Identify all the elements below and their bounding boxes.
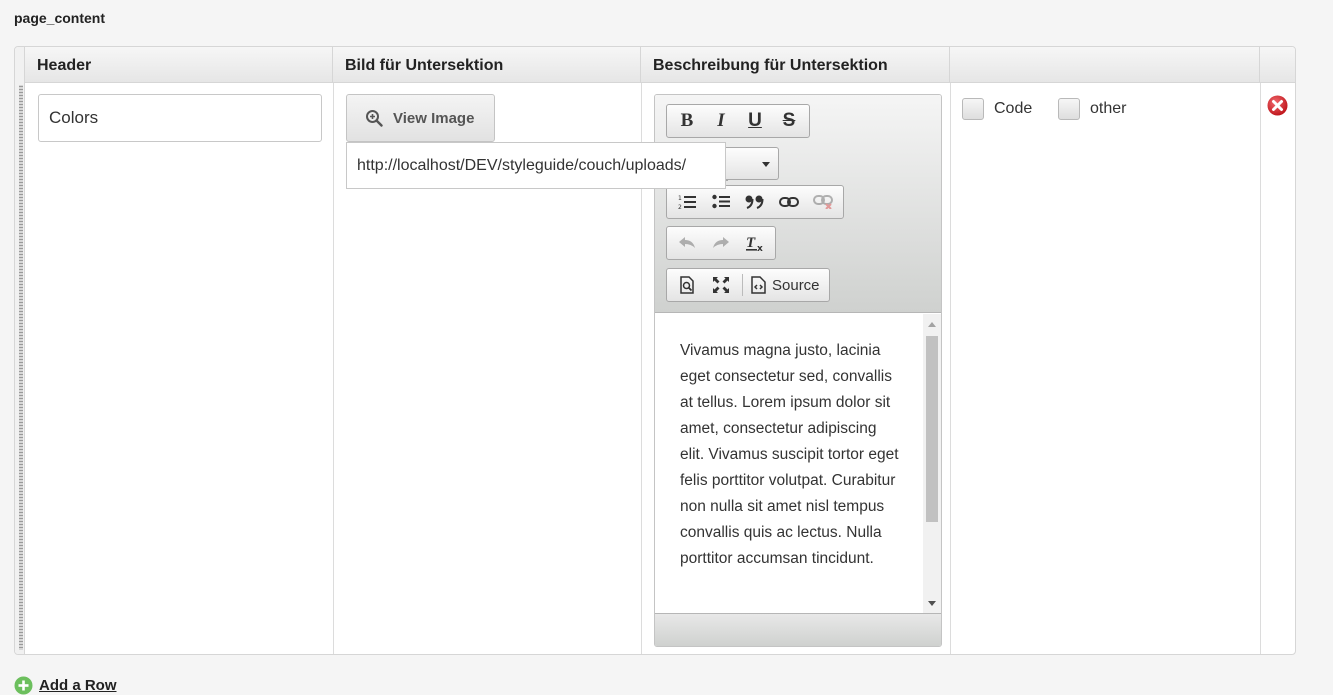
format-dropdown[interactable] [726,147,779,180]
editor-scrollbar[interactable] [923,314,941,614]
checkbox-code[interactable]: Code [962,98,1032,120]
svg-text:2: 2 [678,204,682,210]
underline-button[interactable]: U [738,107,772,135]
field-label: page_content [14,10,106,26]
checkbox-code-label: Code [994,100,1033,117]
maximize-button[interactable] [704,271,738,299]
zoom-in-icon [366,110,383,127]
table-header: Header Bild für Untersektion Beschreibun… [25,47,1295,83]
header-input[interactable] [38,94,322,142]
image-url-input[interactable] [346,142,726,189]
view-image-label: View Image [393,109,475,127]
unlink-button[interactable] [806,188,840,216]
column-header-header: Header [25,47,333,83]
numbered-list-button[interactable]: 1 2 [670,188,704,216]
bulleted-list-button[interactable] [704,188,738,216]
scroll-down-arrow-icon[interactable] [928,601,936,606]
bulleted-list-icon [712,194,730,209]
source-icon [751,276,766,294]
source-label: Source [772,276,820,294]
undo-button[interactable] [670,229,704,257]
add-row-icon [14,676,33,695]
history-group: T x [666,226,776,260]
editor-content-area[interactable]: Vivamus magna justo, lacinia eget consec… [655,314,941,614]
checkbox-other-label: other [1090,100,1127,117]
italic-button[interactable]: I [704,107,738,135]
redo-button[interactable] [704,229,738,257]
document-group: Source [666,268,830,302]
source-button[interactable]: Source [747,276,826,294]
preview-button[interactable] [670,271,704,299]
column-header-description: Beschreibung für Untersektion [641,47,950,83]
add-row-label[interactable]: Add a Row [39,677,117,694]
svg-text:T: T [746,235,756,251]
editor-statusbar [655,613,941,646]
preview-icon [680,276,694,294]
column-header-image: Bild für Untersektion [333,47,641,83]
remove-format-button[interactable]: T x [738,229,772,257]
unlink-icon [813,195,833,209]
checkbox-code-box[interactable] [962,98,984,120]
checkbox-other[interactable]: other [1058,98,1126,120]
editor-text[interactable]: Vivamus magna justo, lacinia eget consec… [680,338,900,572]
list-group: 1 2 [666,185,844,219]
column-header-options [950,47,1260,83]
add-row-button[interactable]: Add a Row [14,676,117,695]
editor-toolbar: B I U S 1 2 T x Source [655,95,941,313]
repeatable-table: Header Bild für Untersektion Beschreibun… [14,46,1296,655]
numbered-list-icon: 1 2 [678,195,696,210]
undo-icon [679,237,695,248]
remove-format-icon: T x [746,235,763,252]
redo-icon [713,237,729,248]
link-button[interactable] [772,188,806,216]
scroll-up-arrow-icon[interactable] [928,322,936,327]
svg-text:1: 1 [678,195,682,202]
row-drag-handle[interactable] [15,47,25,654]
svg-text:x: x [757,244,763,252]
quote-icon [745,195,764,209]
checkbox-other-box[interactable] [1058,98,1080,120]
link-icon [779,197,799,207]
delete-row-icon[interactable] [1267,95,1288,116]
strikethrough-button[interactable]: S [772,107,806,135]
basic-styles-group: B I U S [666,104,810,138]
view-image-button[interactable]: View Image [346,94,495,142]
bold-button[interactable]: B [670,107,704,135]
scroll-thumb[interactable] [926,336,938,522]
maximize-icon [713,277,729,293]
blockquote-button[interactable] [738,188,772,216]
